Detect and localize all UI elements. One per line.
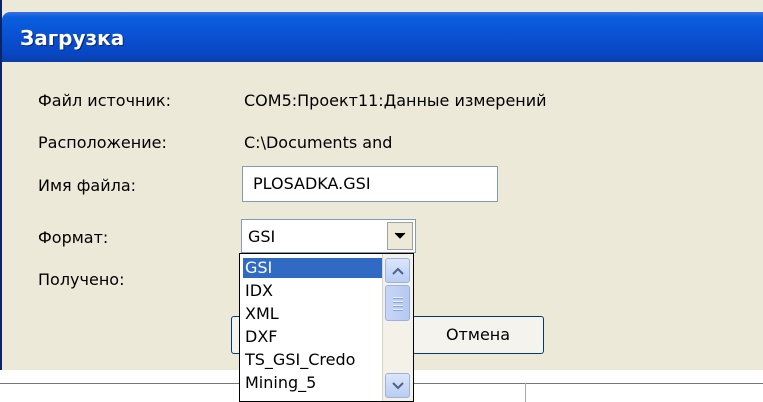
location-value: C:\Documents and	[244, 133, 393, 152]
format-option[interactable]: DXF	[243, 327, 383, 347]
chevron-down-icon	[394, 232, 406, 239]
chevron-up-icon	[391, 267, 404, 275]
chevron-down-icon	[391, 381, 404, 389]
format-option[interactable]: XML	[243, 304, 383, 324]
title-bar[interactable]: Загрузка	[2, 12, 763, 62]
scroll-down-button[interactable]	[385, 373, 410, 398]
scroll-thumb[interactable]	[385, 285, 410, 321]
filename-label: Имя файла:	[38, 176, 137, 195]
received-label: Получено:	[38, 270, 125, 289]
scroll-up-button[interactable]	[385, 258, 410, 283]
source-file-value: COM5:Проект11:Данные измерений	[244, 91, 547, 110]
format-option[interactable]: IDX	[243, 281, 383, 301]
filename-field[interactable]: PLOSADKA.GSI	[242, 166, 498, 202]
grip-line	[393, 297, 403, 298]
format-dropdown-list[interactable]: GSI IDX XML DXF TS_GSI_Credo Mining_5	[239, 253, 414, 402]
grip-line	[393, 309, 403, 310]
format-option[interactable]: Mining_5	[243, 373, 383, 393]
dropdown-button[interactable]	[387, 222, 413, 250]
dialog-title: Загрузка	[20, 26, 125, 50]
grip-line	[393, 305, 403, 306]
format-option[interactable]: TS_GSI_Credo	[243, 350, 383, 370]
format-selected-value: GSI	[248, 227, 276, 246]
divider	[525, 383, 526, 402]
source-file-label: Файл источник:	[38, 91, 171, 110]
dropdown-scrollbar[interactable]	[382, 254, 413, 401]
location-label: Расположение:	[38, 133, 167, 152]
format-label: Формат:	[38, 228, 109, 247]
format-option[interactable]: GSI	[243, 258, 383, 278]
screen: Загрузка Файл источник: COM5:Проект11:Да…	[0, 0, 763, 402]
format-select[interactable]: GSI	[241, 219, 416, 253]
cancel-button[interactable]: Отмена	[412, 316, 544, 354]
grip-line	[393, 301, 403, 302]
